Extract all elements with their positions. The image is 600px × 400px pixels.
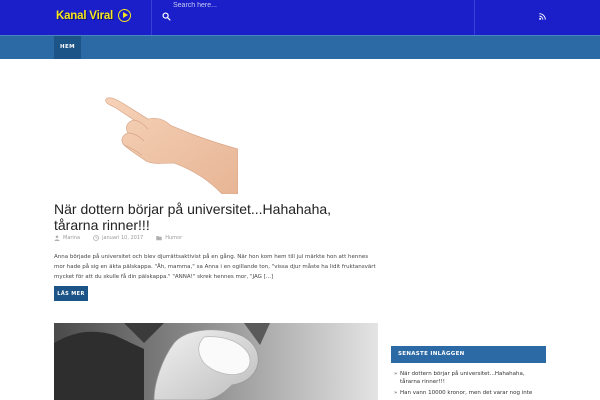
- logo-text: Kanal Viral: [56, 9, 114, 22]
- post-date: januari 10, 2017: [102, 235, 144, 241]
- rss-icon[interactable]: [539, 13, 546, 20]
- search-icon[interactable]: [162, 12, 171, 21]
- post-thumbnail-thumb-press[interactable]: [54, 323, 378, 400]
- main-navigation: Hem: [0, 35, 600, 59]
- folder-icon: [156, 236, 162, 241]
- post-excerpt: Anna började på universitet och blev dju…: [54, 254, 376, 280]
- post-meta: Marina januari 10, 2017 Humor: [54, 235, 191, 241]
- recent-post-link[interactable]: När dottern börjar på universitet...Haha…: [391, 371, 546, 386]
- widget-title: Senaste inläggen: [391, 346, 546, 363]
- post-thumbnail-pointing-hand[interactable]: [104, 93, 238, 194]
- post-author[interactable]: Marina: [63, 235, 80, 241]
- post-title[interactable]: När dottern börjar på universitet...Haha…: [54, 201, 374, 233]
- recent-posts-widget: Senaste inläggen När dottern börjar på u…: [391, 346, 546, 400]
- clock-icon: [93, 235, 99, 241]
- header-divider: [474, 0, 475, 35]
- search-input[interactable]: [173, 0, 393, 10]
- user-icon: [54, 235, 60, 241]
- header-divider: [151, 0, 152, 35]
- site-header: Kanal Viral: [0, 0, 600, 35]
- post-category[interactable]: Humor: [165, 235, 182, 241]
- search-box: [162, 0, 462, 35]
- recent-post-link[interactable]: Han vann 10000 kronor, men det varar nog…: [391, 390, 546, 398]
- play-icon: [118, 9, 132, 22]
- nav-item-hem[interactable]: Hem: [54, 36, 82, 59]
- recent-posts-list: När dottern börjar på universitet...Haha…: [391, 371, 546, 398]
- site-logo[interactable]: Kanal Viral: [56, 9, 132, 22]
- read-more-button[interactable]: Läs mer: [54, 286, 88, 301]
